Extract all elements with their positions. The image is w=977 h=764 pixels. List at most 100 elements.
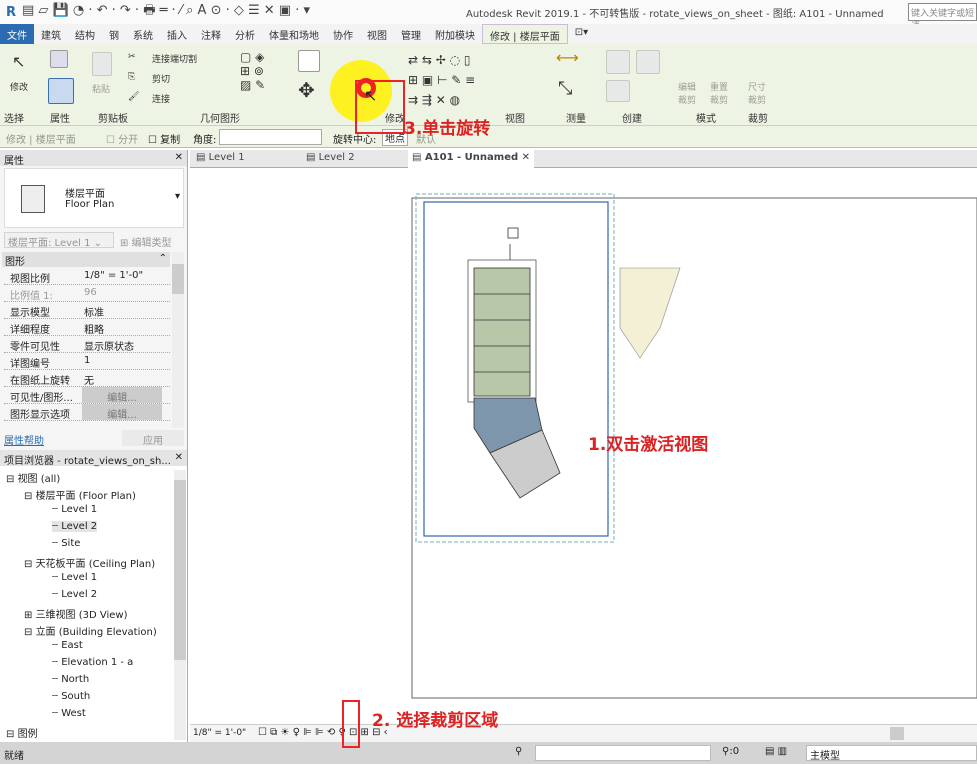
property-value[interactable]: 显示原状态 bbox=[84, 338, 134, 353]
sheet-drawing[interactable] bbox=[190, 168, 977, 724]
type-selector[interactable]: 楼层平面 Floor Plan ▾ bbox=[4, 168, 184, 228]
copy-checkbox[interactable]: ☐ 复制 bbox=[148, 131, 180, 146]
modify-tools-icon[interactable]: ⇄ ⇆ ✢ ◌ ▯ ⊞ ▣ ⊢ ✎ ≡ ⇉ ⇶ ✕ ◍ bbox=[408, 50, 475, 110]
copy-icon[interactable]: ⎘ bbox=[128, 72, 135, 82]
property-value[interactable]: 1 bbox=[84, 355, 90, 366]
measure-icon[interactable]: ⟷ bbox=[556, 48, 579, 67]
properties-icon[interactable] bbox=[48, 78, 74, 104]
scale-button[interactable]: 1/8" = 1'-0" bbox=[193, 728, 246, 738]
tab-structure[interactable]: 结构 bbox=[68, 24, 102, 44]
property-row[interactable]: 比例值 1: 96 bbox=[4, 285, 170, 302]
tab-view[interactable]: 视图 bbox=[360, 24, 394, 44]
split-checkbox[interactable]: ☐ 分开 bbox=[106, 131, 138, 146]
tab-architecture[interactable]: 建筑 bbox=[34, 24, 68, 44]
browser-item[interactable]: ⊟ 立面 (Building Elevation) bbox=[24, 623, 157, 638]
tab-addins[interactable]: 附加模块 bbox=[428, 24, 482, 44]
browser-item[interactable]: ⊟ 图例 bbox=[6, 725, 38, 740]
instance-selector[interactable]: 楼层平面: Level 1 ⌄ bbox=[4, 232, 114, 249]
tab-collaborate[interactable]: 协作 bbox=[326, 24, 360, 44]
filter-count[interactable]: ⚲:0 bbox=[722, 746, 739, 757]
browser-item[interactable]: ┄ Level 1 bbox=[52, 504, 97, 515]
property-value[interactable]: 粗略 bbox=[84, 321, 104, 336]
browser-item[interactable]: ⊟ 视图 (all) bbox=[6, 470, 60, 485]
dimension-icon[interactable]: ⤡ bbox=[558, 78, 572, 99]
cursor-icon[interactable]: ↖ bbox=[12, 52, 25, 71]
tab-annotate[interactable]: 注释 bbox=[194, 24, 228, 44]
search-input[interactable]: 键入关键字或短语 bbox=[908, 3, 977, 32]
browser-item[interactable]: ┄ Level 2 bbox=[52, 589, 97, 600]
workset-select[interactable] bbox=[535, 745, 711, 761]
worksets-icon[interactable]: ⚲ bbox=[515, 746, 522, 757]
tab-a101[interactable]: ▤ A101 - Unnamed ✕ bbox=[408, 150, 535, 168]
angle-input[interactable] bbox=[219, 129, 322, 145]
cut-geometry-button[interactable]: 剪切 bbox=[152, 72, 170, 85]
property-value[interactable]: 1/8" = 1'-0" bbox=[84, 270, 143, 281]
apply-button[interactable]: 应用 bbox=[122, 430, 184, 447]
cut-icon[interactable]: ✂ bbox=[128, 52, 136, 62]
property-value[interactable]: 标准 bbox=[84, 304, 104, 319]
reset-crop-button[interactable]: 重置裁剪 bbox=[710, 80, 734, 106]
property-value[interactable]: 96 bbox=[84, 287, 97, 298]
browser-item[interactable]: ┄ Site bbox=[52, 538, 80, 549]
tab-file[interactable]: 文件 bbox=[0, 24, 34, 44]
group-select[interactable]: 选择 bbox=[4, 110, 24, 125]
property-row[interactable]: 零件可见性 显示原状态 bbox=[4, 336, 170, 353]
design-options-icon[interactable]: ▤ ▥ bbox=[765, 746, 787, 757]
tab-extra-icon[interactable]: ⊡▾ bbox=[568, 24, 595, 44]
tab-level-1[interactable]: ▤ Level 1 bbox=[196, 152, 245, 163]
browser-item[interactable]: ┄ Level 1 bbox=[52, 572, 97, 583]
align-icon[interactable] bbox=[298, 50, 320, 72]
browser-item[interactable]: ⊟ 楼层平面 (Floor Plan) bbox=[24, 487, 136, 502]
property-row[interactable]: 可见性/图形... 编辑... bbox=[4, 387, 170, 404]
create-parts-icon[interactable] bbox=[606, 50, 630, 74]
paste-icon[interactable] bbox=[92, 52, 112, 76]
properties-scrollbar[interactable] bbox=[172, 252, 184, 428]
close-icon[interactable]: ✕ bbox=[175, 452, 183, 463]
browser-item[interactable]: ⊟ 天花板平面 (Ceiling Plan) bbox=[24, 555, 155, 570]
tab-massing[interactable]: 体量和场地 bbox=[262, 24, 326, 44]
browser-item[interactable]: ┄ Level 2 bbox=[52, 521, 98, 532]
property-row[interactable]: 详图编号 1 bbox=[4, 353, 170, 370]
browser-item[interactable]: ┄ West bbox=[52, 708, 86, 719]
tab-level-2[interactable]: ▤ Level 2 bbox=[306, 152, 355, 163]
move-icon[interactable]: ✥ bbox=[298, 78, 315, 102]
property-row[interactable]: 视图比例 1/8" = 1'-0" bbox=[4, 268, 170, 285]
tab-analyze[interactable]: 分析 bbox=[228, 24, 262, 44]
property-row[interactable]: 在图纸上旋转 无 bbox=[4, 370, 170, 387]
match-icon[interactable]: 🖌 bbox=[128, 92, 139, 102]
size-crop-button[interactable]: 尺寸裁剪 bbox=[748, 80, 772, 106]
properties-help-link[interactable]: 属性帮助 bbox=[4, 432, 44, 447]
tab-modify-floor-plan[interactable]: 修改 | 楼层平面 bbox=[482, 24, 568, 44]
paste-button[interactable]: 粘贴 bbox=[92, 82, 110, 95]
drawing-canvas[interactable] bbox=[190, 168, 977, 724]
view-control-icons[interactable]: ☐ ⧉ ☀ ♀ ⊫ ⊫ ⟲ ♀ ⊡ ⊞ ⊟ ‹ bbox=[258, 727, 388, 738]
browser-item[interactable]: ┄ North bbox=[52, 674, 89, 685]
design-option-select[interactable]: 主模型 bbox=[806, 745, 977, 762]
browser-scrollbar[interactable] bbox=[174, 470, 186, 740]
property-row[interactable]: 详细程度 粗略 bbox=[4, 319, 170, 336]
tab-insert[interactable]: 插入 bbox=[160, 24, 194, 44]
quick-access-toolbar[interactable]: ▤ ▱ 💾 ◔ · ↶ · ↷ · 🖶 ═ · ⁄ ⌕ A ⊙ · ◇ ☰ ✕ … bbox=[22, 1, 310, 23]
modify-button[interactable]: 修改 bbox=[10, 80, 28, 93]
property-value[interactable]: 编辑... bbox=[82, 387, 162, 404]
create-group-icon[interactable] bbox=[636, 50, 660, 74]
browser-item[interactable]: ┄ Elevation 1 - a bbox=[52, 657, 133, 668]
edit-type-button[interactable]: ⊞ 编辑类型 bbox=[120, 234, 172, 249]
property-row[interactable]: 图形显示选项 编辑... bbox=[4, 404, 170, 421]
create-assembly-icon[interactable] bbox=[606, 80, 630, 102]
property-row[interactable]: 显示模型 标准 bbox=[4, 302, 170, 319]
cope-button[interactable]: 连接端切割 bbox=[152, 52, 197, 65]
property-value[interactable]: 编辑... bbox=[82, 404, 162, 421]
browser-item[interactable]: ┄ South bbox=[52, 691, 90, 702]
tab-steel[interactable]: 钢 bbox=[102, 24, 126, 44]
tab-systems[interactable]: 系统 bbox=[126, 24, 160, 44]
browser-item[interactable]: ┄ East bbox=[52, 640, 83, 651]
horizontal-scrollbar[interactable] bbox=[890, 727, 904, 740]
edit-crop-button[interactable]: 编辑裁剪 bbox=[678, 80, 702, 106]
revit-logo-icon[interactable]: R bbox=[6, 5, 16, 20]
browser-item[interactable]: ⊞ 三维视图 (3D View) bbox=[24, 606, 128, 621]
type-properties-icon[interactable] bbox=[50, 50, 68, 68]
close-icon[interactable]: ✕ bbox=[175, 152, 183, 163]
tab-manage[interactable]: 管理 bbox=[394, 24, 428, 44]
geometry-tools-icon[interactable]: ▢ ◈ ⊞ ⊚ ▨ ✎ bbox=[240, 50, 265, 92]
